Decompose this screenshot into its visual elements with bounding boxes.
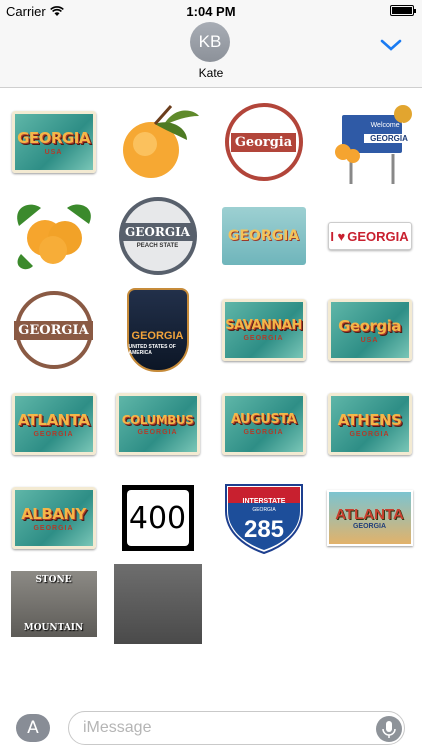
sticker-i-heart-georgia[interactable]: I ♥ GEORGIA [322,192,417,280]
postcard: GEORGIA USA [11,111,96,173]
i-heart-sign: I ♥ GEORGIA [327,222,412,250]
sticker-subtitle: GEORGIA [137,428,178,436]
postcard: ALBANY GEORGIA [11,487,96,549]
sticker-title: ATHENS [337,410,402,429]
postcard: ATHENS GEORGIA [327,393,412,455]
stone-mountain-photo: STONE MOUNTAIN [10,571,97,637]
sticker-title: GEORGIA [17,128,90,147]
sticker-love-georgia[interactable]: GEORGIA [216,192,311,280]
message-input[interactable]: iMessage [68,711,405,745]
sticker-atlanta-vintage[interactable]: ATLANTA GEORGIA [322,474,417,562]
sticker-subtitle: GEORGIA [243,335,284,342]
postcard: COLUMBUS GEORGIA [115,393,200,455]
sticker-title: AUGUSTA [230,412,297,427]
sticker-georgia-badge[interactable]: GEORGIA UNITED STATES OF AMERICA [110,286,205,374]
sticker-title: GEORGIA [227,228,300,244]
app-store-icon: A [27,718,39,738]
sticker-title: ATLANTA [335,506,404,523]
postcard: SAVANNAH GEORGIA [221,299,306,361]
shield-number: 285 [243,516,285,543]
sticker-title: GEORGIA [131,330,184,342]
stone-relief-photo [113,564,202,644]
sticker-title: Georgia [230,132,297,152]
postcard: AUGUSTA GEORGIA [221,393,306,455]
sticker-title: GEORGIA [121,223,194,241]
seal-content: GEORGIA PEACH STATE [121,223,194,249]
chevron-down-icon[interactable] [380,38,402,52]
avatar[interactable]: KB [190,22,230,62]
sign-name: GEORGIA [364,134,414,143]
contact-name[interactable]: Kate [0,66,422,80]
sign-caption: Welcome to [370,122,408,129]
sticker-stone-relief[interactable] [110,560,205,648]
shield-state-label: GEORGIA [252,507,276,513]
round-stamp: GEORGIA PEACH STATE [118,197,197,275]
sticker-augusta[interactable]: AUGUSTA GEORGIA [216,380,311,468]
sticker-route-400[interactable]: 400 [110,474,205,562]
sticker-subtitle: GEORGIA [33,430,74,438]
shield-top-label: INTERSTATE [242,498,286,505]
photo-bottom-label: MOUNTAIN [23,623,84,633]
card: GEORGIA [221,207,306,265]
sticker-subtitle: USA [44,148,63,156]
peaches-icon [16,204,91,270]
route-sign: 400 [121,485,194,551]
conversation-header: KB Kate [0,22,422,88]
round-stamp: Georgia [224,103,303,181]
sticker-georgia-usa-2[interactable]: Georgia USA [322,286,417,374]
battery-icon [390,5,416,16]
sticker-subtitle: UNITED STATES OF AMERICA [128,344,176,356]
sticker-interstate-285[interactable]: INTERSTATE GEORGIA 285 [216,474,311,562]
sticker-title: Georgia [338,316,401,335]
sticker-atlanta[interactable]: ATLANTA GEORGIA [6,380,101,468]
sticker-title: GEORGIA [14,320,93,340]
sticker-peach[interactable] [110,98,205,186]
sticker-georgia-round-stamp[interactable]: GEORGIA [6,286,101,374]
sticker-peaches[interactable] [6,192,101,280]
clock: 1:04 PM [186,4,236,19]
sticker-georgia-usa[interactable]: GEORGIA USA [6,98,101,186]
dark-badge: GEORGIA UNITED STATES OF AMERICA [126,288,189,372]
sticker-title: ALBANY [21,504,86,523]
sticker-subtitle: PEACH STATE [136,243,179,249]
sticker-subtitle: GEORGIA [33,524,74,532]
microphone-icon [382,721,396,738]
app-store-button[interactable]: A [16,714,50,742]
sticker-athens[interactable]: ATHENS GEORGIA [322,380,417,468]
postcard: Georgia USA [327,299,412,361]
heart-icon: I ♥ [330,228,346,244]
peach-icon [122,105,199,178]
status-bar: Carrier 1:04 PM [0,0,422,22]
postcard: ATLANTA GEORGIA [326,490,413,546]
sticker-stone-mountain[interactable]: STONE MOUNTAIN [6,560,101,648]
round-stamp: GEORGIA [14,291,93,369]
compose-bar: A iMessage [0,702,422,750]
postcard: ATLANTA GEORGIA [11,393,96,455]
sticker-title: COLUMBUS [121,412,194,427]
sticker-subtitle: GEORGIA [352,523,387,530]
sticker-title: ATLANTA [17,410,90,429]
sticker-welcome-sign[interactable]: Welcome to GEORGIA [322,98,417,186]
photo-top-label: STONE [35,575,72,585]
sticker-subtitle: USA [360,336,379,344]
sticker-savannah[interactable]: SAVANNAH GEORGIA [216,286,311,374]
sticker-subtitle: GEORGIA [349,430,390,438]
message-placeholder: iMessage [83,719,152,736]
microphone-button[interactable] [376,716,402,742]
sticker-subtitle: GEORGIA [243,429,284,436]
route-number: 400 [126,490,189,546]
sticker-peach-state-seal[interactable]: GEORGIA PEACH STATE [110,192,205,280]
sticker-georgia-stamp[interactable]: Georgia [216,98,311,186]
sticker-albany[interactable]: ALBANY GEORGIA [6,474,101,562]
sticker-title: SAVANNAH [225,318,302,333]
sticker-columbus[interactable]: COLUMBUS GEORGIA [110,380,205,468]
sticker-title: GEORGIA [347,228,409,244]
